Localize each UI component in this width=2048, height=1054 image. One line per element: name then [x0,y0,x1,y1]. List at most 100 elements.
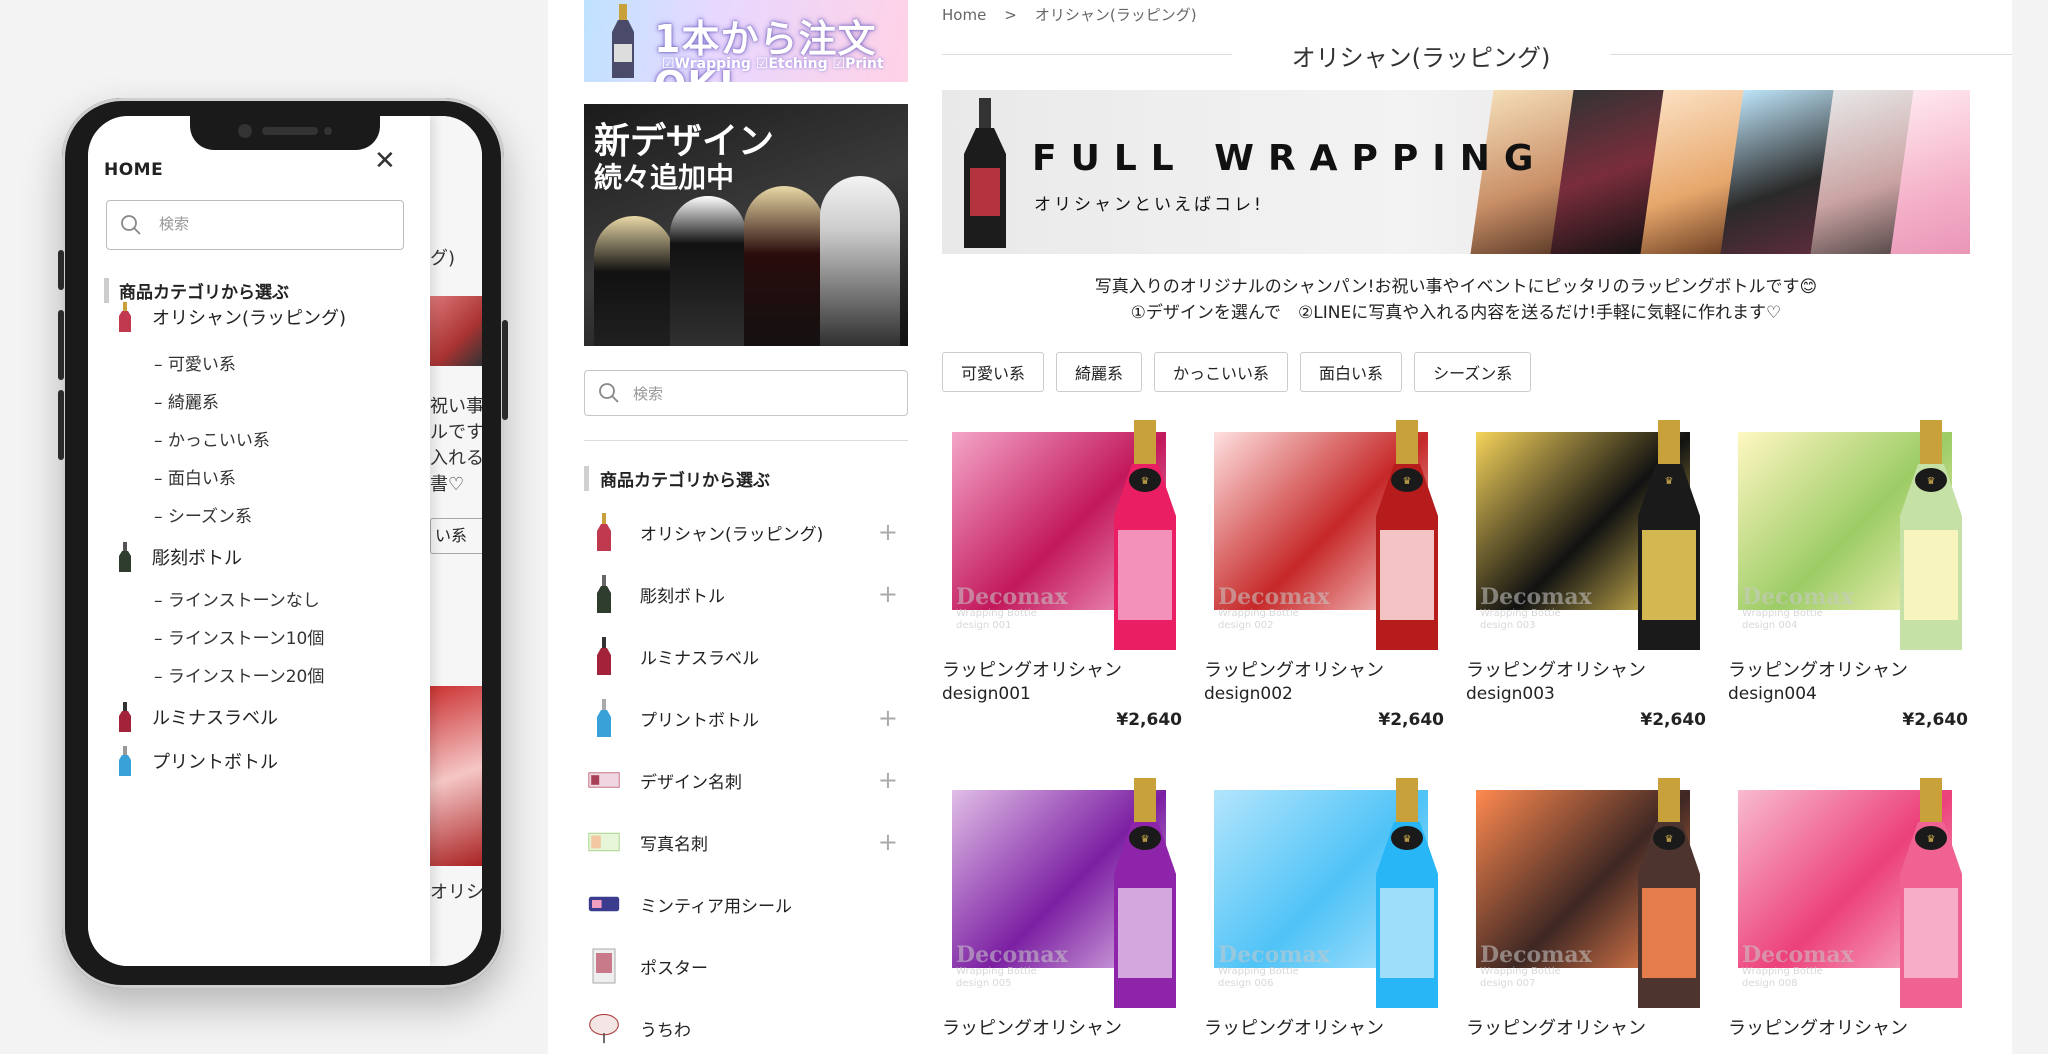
peek-product-image [430,686,482,866]
champagne-bottle-icon: ♛ [1114,778,1176,1008]
product-card[interactable]: ♛ Decomax Wrapping Bottle design 003 ラッピングオ… [1466,420,1706,730]
breadcrumb-home[interactable]: Home [942,6,986,24]
drawer-item-orishan[interactable]: オリシャン(ラッピング) [118,302,346,332]
product-card[interactable]: ♛ Decomax Wrapping Bottle design 002 ラッピングオ… [1204,420,1444,730]
watermark-design-code: design 003 [1480,620,1536,631]
watermark-brand: Decomax [956,942,1068,968]
watermark-design-code: design 005 [956,978,1012,989]
expand-icon[interactable]: + [878,766,898,794]
bottle-icon [119,302,131,332]
photo-card-icon [588,832,620,852]
peek-text: 書♡ [430,474,465,495]
drawer-subitem-pretty[interactable]: – 綺麗系 [154,388,219,413]
watermark-caption: Wrapping Bottle design 008 [1742,966,1823,990]
product-card[interactable]: ♛ Decomax Wrapping Bottle design 007 ラッピングオ… [1466,778,1706,1040]
product-code[interactable]: design001 [942,684,1182,704]
filter-tag-season[interactable]: シーズン系 [1414,352,1532,392]
watermark-brand: Decomax [1480,942,1592,968]
product-code[interactable]: design002 [1204,684,1444,704]
svg-text:♛: ♛ [1403,476,1412,487]
drawer-subitem-funny[interactable]: – 面白い系 [154,464,236,489]
product-image: ♛ Decomax Wrapping Bottle design 003 [1466,420,1706,650]
champagne-bottle-icon: ♛ [1900,778,1962,1008]
drawer-item-engraved[interactable]: 彫刻ボトル [118,542,242,572]
expand-icon[interactable]: + [878,518,898,546]
champagne-bottle-icon: ♛ [1114,420,1176,650]
sidebar-item-uchiwa[interactable]: うちわ [588,1008,910,1048]
drawer-item-label: ルミナスラベル [152,708,278,729]
product-bottle-image: ♛ [1372,420,1442,654]
sidebar-item-luminous[interactable]: ルミナスラベル [588,636,910,676]
product-card[interactable]: ♛ Decomax Wrapping Bottle design 008 ラッピングオ… [1728,778,1968,1040]
bottle-icon [597,513,611,551]
drawer-subitem-rhinestone-10[interactable]: – ラインストーン10個 [154,624,324,649]
product-card[interactable]: ♛ Decomax Wrapping Bottle design 001 ラッピングオ… [942,420,1182,730]
drawer-subitem-cute[interactable]: – 可愛い系 [154,350,236,375]
sidebar-item-label: プリントボトル [640,710,759,731]
product-name[interactable]: ラッピングオリシャン [1728,1014,1968,1040]
page-behind-drawer: グ) 祝い事 ルです 入れる 書♡ い系 オリシ [430,116,482,966]
sidebar-item-print[interactable]: プリントボトル + [588,698,910,738]
new-design-banner[interactable]: 新デザイン 続々追加中 [584,104,908,346]
breadcrumb-current: オリシャン(ラッピング) [1034,6,1197,24]
filter-tag-cute[interactable]: 可愛い系 [942,352,1045,392]
phone-volume-up [58,310,64,380]
expand-icon[interactable]: + [878,704,898,732]
mobile-drawer-menu: HOME ✕ 検索 商品カテゴリから選ぶ オリシャン(ラッピング) – 可愛い系… [88,116,430,966]
product-card[interactable]: ♛ Decomax Wrapping Bottle design 005 ラッピングオ… [942,778,1182,1040]
drawer-subitem-season[interactable]: – シーズン系 [154,502,252,527]
watermark-brand: Decomax [1742,584,1854,610]
search-icon [121,215,141,235]
product-name[interactable]: ラッピングオリシャン [942,656,1182,682]
close-icon[interactable]: ✕ [374,146,396,176]
drawer-home-link[interactable]: HOME [104,160,163,180]
product-name[interactable]: ラッピングオリシャン [1728,656,1968,682]
product-name[interactable]: ラッピングオリシャン [1466,1014,1706,1040]
sidebar-item-engraved[interactable]: 彫刻ボトル + [588,574,910,614]
peek-banner-image [430,296,482,366]
phone-speaker [262,127,318,135]
sidebar-item-photo-card[interactable]: 写真名刺 + [588,822,910,862]
product-card[interactable]: ♛ Decomax Wrapping Bottle design 006 ラッピングオ… [1204,778,1444,1040]
drawer-search-input[interactable]: 検索 [106,200,404,250]
sidebar-category-heading: 商品カテゴリから選ぶ [584,466,770,491]
filter-tag-funny[interactable]: 面白い系 [1300,352,1403,392]
sidebar-item-orishan[interactable]: オリシャン(ラッピング) + [588,512,910,552]
watermark-design-code: design 007 [1480,978,1536,989]
drawer-subitem-cool[interactable]: – かっこいい系 [154,426,270,451]
bottle-icon [597,575,611,613]
sidebar-item-design-card[interactable]: デザイン名刺 + [588,760,910,800]
drawer-item-print[interactable]: プリントボトル [118,746,278,776]
svg-text:♛: ♛ [1403,834,1412,845]
sidebar-search-placeholder: 検索 [633,385,664,403]
product-card[interactable]: ♛ Decomax Wrapping Bottle design 004 ラッピングオ… [1728,420,1968,730]
product-code[interactable]: design003 [1466,684,1706,704]
banner-bottle-image [744,186,824,346]
order-one-bottle-banner[interactable]: 1本から注文OK! ☑Wrapping ☑Etching ☑Print [584,0,908,82]
product-code[interactable]: design004 [1728,684,1968,704]
drawer-item-luminous[interactable]: ルミナスラベル [118,702,278,732]
filter-tag-pretty[interactable]: 綺麗系 [1056,352,1143,392]
bottle-icon [119,702,131,732]
expand-icon[interactable]: + [878,580,898,608]
champagne-bottle-icon: ♛ [1376,778,1438,1008]
drawer-subitem-rhinestone-20[interactable]: – ラインストーン20個 [154,662,324,687]
sidebar-search-input[interactable]: 検索 [584,370,908,416]
product-price: ¥2,640 [1116,710,1182,730]
expand-icon[interactable]: + [878,828,898,856]
drawer-subitem-no-rhinestone[interactable]: – ラインストーンなし [154,586,320,611]
poster-icon [592,948,616,984]
peek-tag-button[interactable]: い系 [430,518,482,554]
product-image: ♛ Decomax Wrapping Bottle design 001 [942,420,1182,650]
product-bottle-image: ♛ [1634,420,1704,654]
sidebar-item-poster[interactable]: ポスター [588,946,910,986]
product-name[interactable]: ラッピングオリシャン [942,1014,1182,1040]
product-name[interactable]: ラッピングオリシャン [1204,656,1444,682]
filter-tag-cool[interactable]: かっこいい系 [1154,352,1289,392]
sidebar-divider [584,440,908,441]
drawer-item-label: オリシャン(ラッピング) [152,308,347,329]
sidebar-item-mintia-sticker[interactable]: ミンティア用シール [588,884,910,924]
product-name[interactable]: ラッピングオリシャン [1204,1014,1444,1040]
watermark-brand: Decomax [1218,942,1330,968]
product-name[interactable]: ラッピングオリシャン [1466,656,1706,682]
